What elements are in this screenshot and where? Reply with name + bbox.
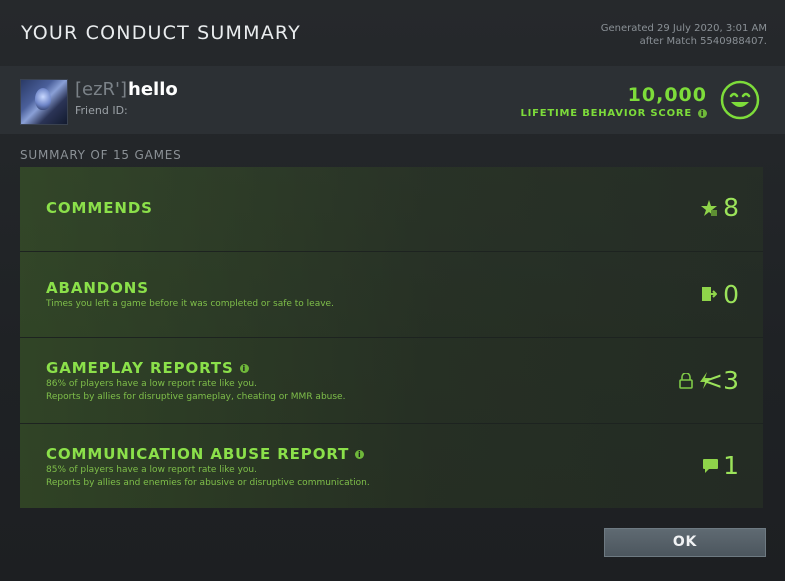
smiley-face-icon	[720, 80, 760, 120]
info-icon[interactable]: i	[355, 450, 365, 459]
communication-abuse-row: COMMUNICATION ABUSE REPORT i 85% of playe…	[20, 424, 763, 508]
friend-id-label: Friend ID:	[75, 104, 128, 117]
communication-abuse-title: COMMUNICATION ABUSE REPORT	[46, 445, 350, 463]
gameplay-reports-desc: Reports by allies for disruptive gamepla…	[46, 392, 346, 402]
lock-icon	[679, 373, 693, 389]
commends-title: COMMENDS	[46, 199, 153, 217]
abandons-value: 0	[723, 280, 739, 309]
behavior-score-label-wrap: LIFETIME BEHAVIOR SCORE i	[520, 108, 707, 119]
behavior-score-value: 10,000	[627, 84, 707, 106]
exit-door-icon	[702, 287, 717, 301]
communication-abuse-desc: Reports by allies and enemies for abusiv…	[46, 478, 370, 488]
abandons-desc: Times you left a game before it was comp…	[46, 299, 334, 309]
conduct-summary-dialog: YOUR CONDUCT SUMMARY Generated 29 July 2…	[0, 0, 785, 581]
gameplay-reports-stat: 86% of players have a low report rate li…	[46, 379, 257, 389]
star-badge-icon	[701, 200, 717, 216]
player-tag: [ezR']	[75, 79, 128, 100]
info-icon[interactable]: i	[239, 364, 249, 373]
gameplay-reports-row: GAMEPLAY REPORTS i 86% of players have a …	[20, 338, 763, 423]
ok-button[interactable]: OK	[604, 528, 766, 557]
commends-row: COMMENDS 8	[20, 167, 763, 251]
generated-info: Generated 29 July 2020, 3:01 AM after Ma…	[601, 22, 767, 48]
info-icon[interactable]: i	[698, 108, 707, 118]
player-avatar	[20, 79, 68, 125]
communication-abuse-title-wrap: COMMUNICATION ABUSE REPORT i	[46, 445, 365, 463]
gameplay-reports-value: <3	[702, 366, 739, 395]
behavior-score-label: LIFETIME BEHAVIOR SCORE	[520, 108, 692, 119]
summary-label: SUMMARY OF 15 GAMES	[20, 148, 182, 162]
gameplay-reports-title-wrap: GAMEPLAY REPORTS i	[46, 359, 249, 377]
communication-abuse-stat: 85% of players have a low report rate li…	[46, 465, 257, 475]
dialog-title: YOUR CONDUCT SUMMARY	[21, 22, 301, 44]
commends-value: 8	[723, 193, 739, 222]
player-name: hello	[128, 79, 178, 100]
speech-bubble-icon	[703, 459, 718, 473]
gameplay-reports-title: GAMEPLAY REPORTS	[46, 359, 234, 377]
generated-date: Generated 29 July 2020, 3:01 AM	[600, 23, 767, 34]
hero-portrait-icon	[35, 88, 51, 110]
abandons-title: ABANDONS	[46, 279, 149, 297]
abandons-row: ABANDONS Times you left a game before it…	[20, 252, 763, 337]
generated-match: after Match 5540988407.	[639, 36, 767, 47]
communication-abuse-value: 1	[723, 451, 739, 480]
